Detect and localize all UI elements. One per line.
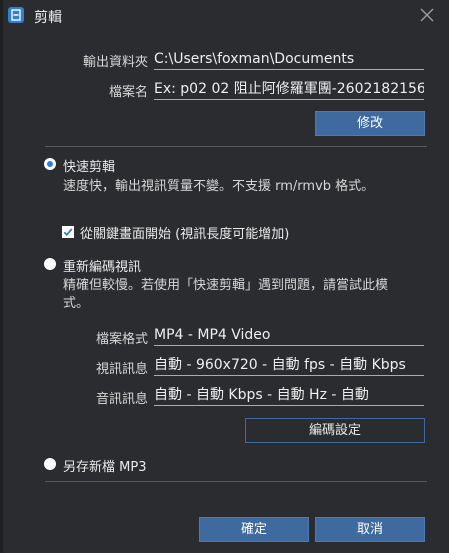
radio-selected-dot: [47, 161, 53, 167]
reencode-description-line1: 精確但較慢。若使用「快速剪輯」遇到問題，請嘗試此模: [63, 278, 389, 293]
filename-field[interactable]: Ex: p02 02 阻止阿修羅軍團-26021821562: [154, 79, 424, 100]
video-info-label: 視訊訊息: [95, 362, 148, 377]
save-mp3-radio[interactable]: [44, 458, 56, 470]
keyframe-label[interactable]: 從關鍵畫面開始 (視訊長度可能增加): [80, 223, 289, 242]
filename-label: 檔案名: [108, 85, 148, 100]
keyframe-checkbox[interactable]: [62, 226, 74, 238]
video-info-field[interactable]: 自動 - 960x720 - 自動 fps - 自動 Kbps: [154, 355, 424, 376]
file-format-field[interactable]: MP4 - MP4 Video: [154, 325, 424, 346]
reencode-label[interactable]: 重新編碼視訊: [63, 256, 141, 275]
cancel-button[interactable]: 取消: [315, 517, 425, 542]
close-icon[interactable]: [417, 5, 437, 25]
audio-info-field[interactable]: 自動 - 自動 Kbps - 自動 Hz - 自動: [154, 385, 424, 406]
title-bar[interactable]: 剪輯: [0, 0, 449, 32]
separator-bottom: [45, 481, 427, 482]
output-folder-label: 輸出資料夾: [82, 55, 148, 70]
separator-top: [45, 146, 427, 147]
output-folder-field[interactable]: C:\Users\foxman\Documents: [154, 49, 424, 70]
encode-settings-button[interactable]: 編碼設定: [245, 418, 425, 443]
ok-button[interactable]: 確定: [199, 517, 309, 542]
modify-button[interactable]: 修改: [315, 111, 425, 136]
film-icon: [8, 7, 24, 23]
fast-cut-label[interactable]: 快速剪輯: [63, 156, 115, 175]
window-edge: [0, 0, 3, 553]
fast-cut-radio[interactable]: [44, 158, 56, 170]
fast-cut-description: 速度快，輸出視訊質量不變。不支援 rm/rmvb 格式。: [63, 179, 375, 194]
audio-info-label: 音訊訊息: [95, 392, 148, 407]
reencode-description-line2: 式。: [63, 296, 90, 311]
reencode-radio[interactable]: [44, 258, 56, 270]
window-title: 剪輯: [34, 10, 62, 26]
save-mp3-label[interactable]: 另存新檔 MP3: [63, 456, 146, 475]
file-format-label: 檔案格式: [95, 332, 148, 347]
cut-dialog: 剪輯 輸出資料夾 C:\Users\foxman\Documents 檔案名 E…: [0, 0, 449, 553]
